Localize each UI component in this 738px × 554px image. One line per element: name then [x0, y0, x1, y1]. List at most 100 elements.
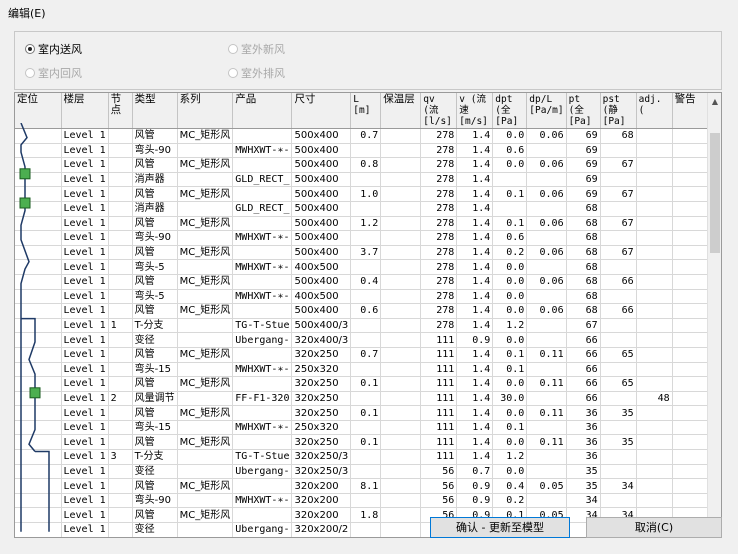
column-header[interactable]: pt (全 [Pa] [566, 93, 601, 129]
column-header[interactable]: dpt (全 [Pa] [492, 93, 528, 129]
table-cell: 1.4 [456, 201, 494, 217]
table-row[interactable]: Level 1 风管 MC_矩形风 500x400 0.7 278 1.4 0.0 0.06 69… [15, 128, 721, 144]
table-cell: 56 [420, 478, 458, 494]
table-cell [108, 347, 133, 363]
table-row[interactable]: Level 1 弯头-90 MWHXWT-∗- 320x200 56 0.9 0.2 34 [15, 493, 721, 509]
radio-indoor-return[interactable]: 室内回风 [25, 65, 82, 81]
column-header[interactable]: dp/L [Pa/m] [526, 93, 567, 129]
column-header[interactable]: L [m] [350, 93, 382, 129]
table-row[interactable]: Level 1 变径 Ubergang- 320x400/3 111 0.9 0.0 66 [15, 332, 721, 348]
column-header[interactable]: 产品 [232, 93, 293, 129]
scroll-up-icon[interactable]: ▲ [708, 95, 721, 109]
table-row[interactable]: Level 1 弯头-15 MWHXWT-∗- 250x320 111 1.4 0.1 66 [15, 362, 721, 378]
table-cell: Level 1 [61, 289, 109, 305]
table-cell: 320x250/3 [291, 449, 352, 465]
column-header[interactable]: qv (流 [l/s] [420, 93, 458, 129]
table-cell [232, 405, 293, 421]
table-row[interactable]: Level 1 弯头-15 MWHXWT-∗- 250x320 111 1.4 0.1 36 [15, 420, 721, 436]
table-cell: 250x320 [291, 362, 352, 378]
column-header[interactable]: 系列 [177, 93, 234, 129]
table-cell [600, 230, 637, 246]
table-row[interactable]: Level 1 风管 MC_矩形风 500x400 0.4 278 1.4 0.0 0.06 68… [15, 274, 721, 290]
table-row[interactable]: Level 1 弯头-90 MWHXWT-∗- 500x400 278 1.4 0.6 68 [15, 230, 721, 246]
radio-label: 室外新风 [241, 43, 285, 56]
table-cell: 35 [600, 434, 637, 451]
column-header[interactable]: 楼层 [61, 93, 109, 129]
radio-indoor-supply[interactable]: 室内送风 [25, 41, 82, 57]
table-cell: 1.4 [456, 362, 494, 378]
scrollbar-thumb[interactable] [710, 133, 720, 253]
column-header[interactable]: 尺寸 [291, 93, 352, 129]
cancel-button[interactable]: 取消(C) [586, 517, 722, 538]
table-cell: 1.4 [456, 143, 494, 159]
table-row[interactable]: Level 1 风管 MC_矩形风 500x400 1.0 278 1.4 0.1 0.06 69… [15, 186, 721, 202]
table-cell: 111 [420, 362, 458, 378]
table-row[interactable]: Level 1 风管 MC_矩形风 320x200 8.1 56 0.9 0.4 0.05 35 3… [15, 478, 721, 494]
table-cell [108, 478, 133, 494]
table-cell [636, 230, 673, 246]
table-row[interactable]: Level 1 风管 MC_矩形风 320x250 0.1 111 1.4 0.0 0.11 66… [15, 376, 721, 392]
table-cell: 1.4 [456, 303, 494, 319]
table-row[interactable]: Level 1 2 风量调节 FF-F1-320 320x250 111 1.4 30.0 66… [15, 391, 721, 407]
table-cell: 1 [108, 318, 133, 334]
table-cell [526, 172, 567, 188]
table-row[interactable]: Level 1 变径 Ubergang- 320x250/3 56 0.7 0.0 35 [15, 464, 721, 480]
column-header[interactable]: v (流速 [m/s] [456, 93, 494, 129]
table-cell: 30.0 [492, 391, 528, 407]
table-cell: 500x400 [291, 274, 352, 290]
table-cell: 0.6 [492, 230, 528, 246]
table-cell: 34 [566, 493, 601, 509]
table-cell: 0.2 [492, 245, 528, 261]
table-cell: 1.4 [456, 376, 494, 392]
table-cell [232, 478, 293, 494]
table-row[interactable]: Level 1 风管 MC_矩形风 320x250 0.1 111 1.4 0.0 0.11 36… [15, 405, 721, 421]
table-row[interactable]: Level 1 弯头-90 MWHXWT-∗- 500x400 278 1.4 0.6 69 [15, 143, 721, 159]
table-cell: 0.6 [350, 303, 382, 319]
confirm-update-model-button[interactable]: 确认 - 更新至模型 [430, 517, 570, 538]
component-marker-icon [29, 387, 41, 399]
duct-route-line [20, 123, 30, 532]
table-row[interactable]: Level 1 风管 MC_矩形风 500x400 3.7 278 1.4 0.2 0.06 68… [15, 245, 721, 261]
table-cell: 320x250 [291, 434, 352, 451]
column-header[interactable]: 保温层 [380, 93, 422, 129]
vertical-scrollbar[interactable]: ▲ ▼ [707, 93, 721, 537]
table-cell [350, 230, 382, 246]
table-cell: Level 1 [61, 420, 109, 436]
column-header[interactable]: pst (静 [Pa] [600, 93, 637, 129]
table-cell: 风管 [132, 274, 178, 290]
table-cell: 0.06 [526, 128, 567, 144]
column-header[interactable]: 节点 [108, 93, 133, 129]
table-cell: 278 [420, 259, 458, 275]
table-cell: 111 [420, 449, 458, 465]
results-table: 定位 楼层 节点 类型 系列 产品 尺寸 L [m] 保温层 qv (流 [l/s] v (流速 [… [15, 93, 721, 537]
table-cell [177, 259, 234, 275]
table-row[interactable]: Level 1 风管 MC_矩形风 320x250 0.7 111 1.4 0.1 0.11 66… [15, 347, 721, 363]
table-cell: MC_矩形风 [177, 434, 234, 451]
table-row[interactable]: Level 1 风管 MC_矩形风 500x400 0.6 278 1.4 0.0 0.06 68… [15, 303, 721, 319]
table-row[interactable]: Level 1 风管 MC_矩形风 320x250 0.1 111 1.4 0.0 0.11 36… [15, 434, 721, 451]
table-cell [350, 464, 382, 480]
table-cell: MC_矩形风 [177, 405, 234, 421]
table-cell [636, 449, 673, 465]
results-grid[interactable]: 定位 楼层 节点 类型 系列 产品 尺寸 L [m] 保温层 qv (流 [l/s] v (流速 [… [14, 92, 722, 538]
table-row[interactable]: Level 1 3 T-分支 TG-T-Stue 320x250/3 111 1.4 1.2 3… [15, 449, 721, 465]
table-cell [526, 464, 567, 480]
table-cell [108, 143, 133, 159]
table-row[interactable]: Level 1 弯头-5 MWHXWT-∗- 400x500 278 1.4 0.0 68 [15, 259, 721, 275]
table-cell: 风管 [132, 405, 178, 421]
table-row[interactable]: Level 1 消声器 GLD_RECT_ 500x400 278 1.4 68 [15, 201, 721, 217]
table-row[interactable]: Level 1 风管 MC_矩形风 500x400 0.8 278 1.4 0.0 0.06 69… [15, 157, 721, 173]
table-row[interactable]: Level 1 消声器 GLD_RECT_ 500x400 278 1.4 69 [15, 172, 721, 188]
table-cell: Level 1 [61, 507, 109, 524]
table-cell: 35 [600, 405, 637, 421]
column-header[interactable]: 类型 [132, 93, 178, 129]
radio-outdoor-fresh[interactable]: 室外新风 [228, 41, 285, 57]
table-row[interactable]: Level 1 弯头-5 MWHXWT-∗- 400x500 278 1.4 0.0 68 [15, 289, 721, 305]
table-cell [380, 391, 422, 407]
column-header[interactable]: adj. ( [636, 93, 673, 129]
menu-edit[interactable]: 编辑(E) [8, 5, 46, 23]
table-row[interactable]: Level 1 1 T-分支 TG-T-Stue 500x400/3 278 1.4 1.2 6… [15, 318, 721, 334]
air-system-radio-group: 室内送风 室外新风 室内回风 室外排风 [14, 31, 722, 90]
table-row[interactable]: Level 1 风管 MC_矩形风 500x400 1.2 278 1.4 0.1 0.06 68… [15, 216, 721, 232]
radio-outdoor-exhaust[interactable]: 室外排风 [228, 65, 285, 81]
